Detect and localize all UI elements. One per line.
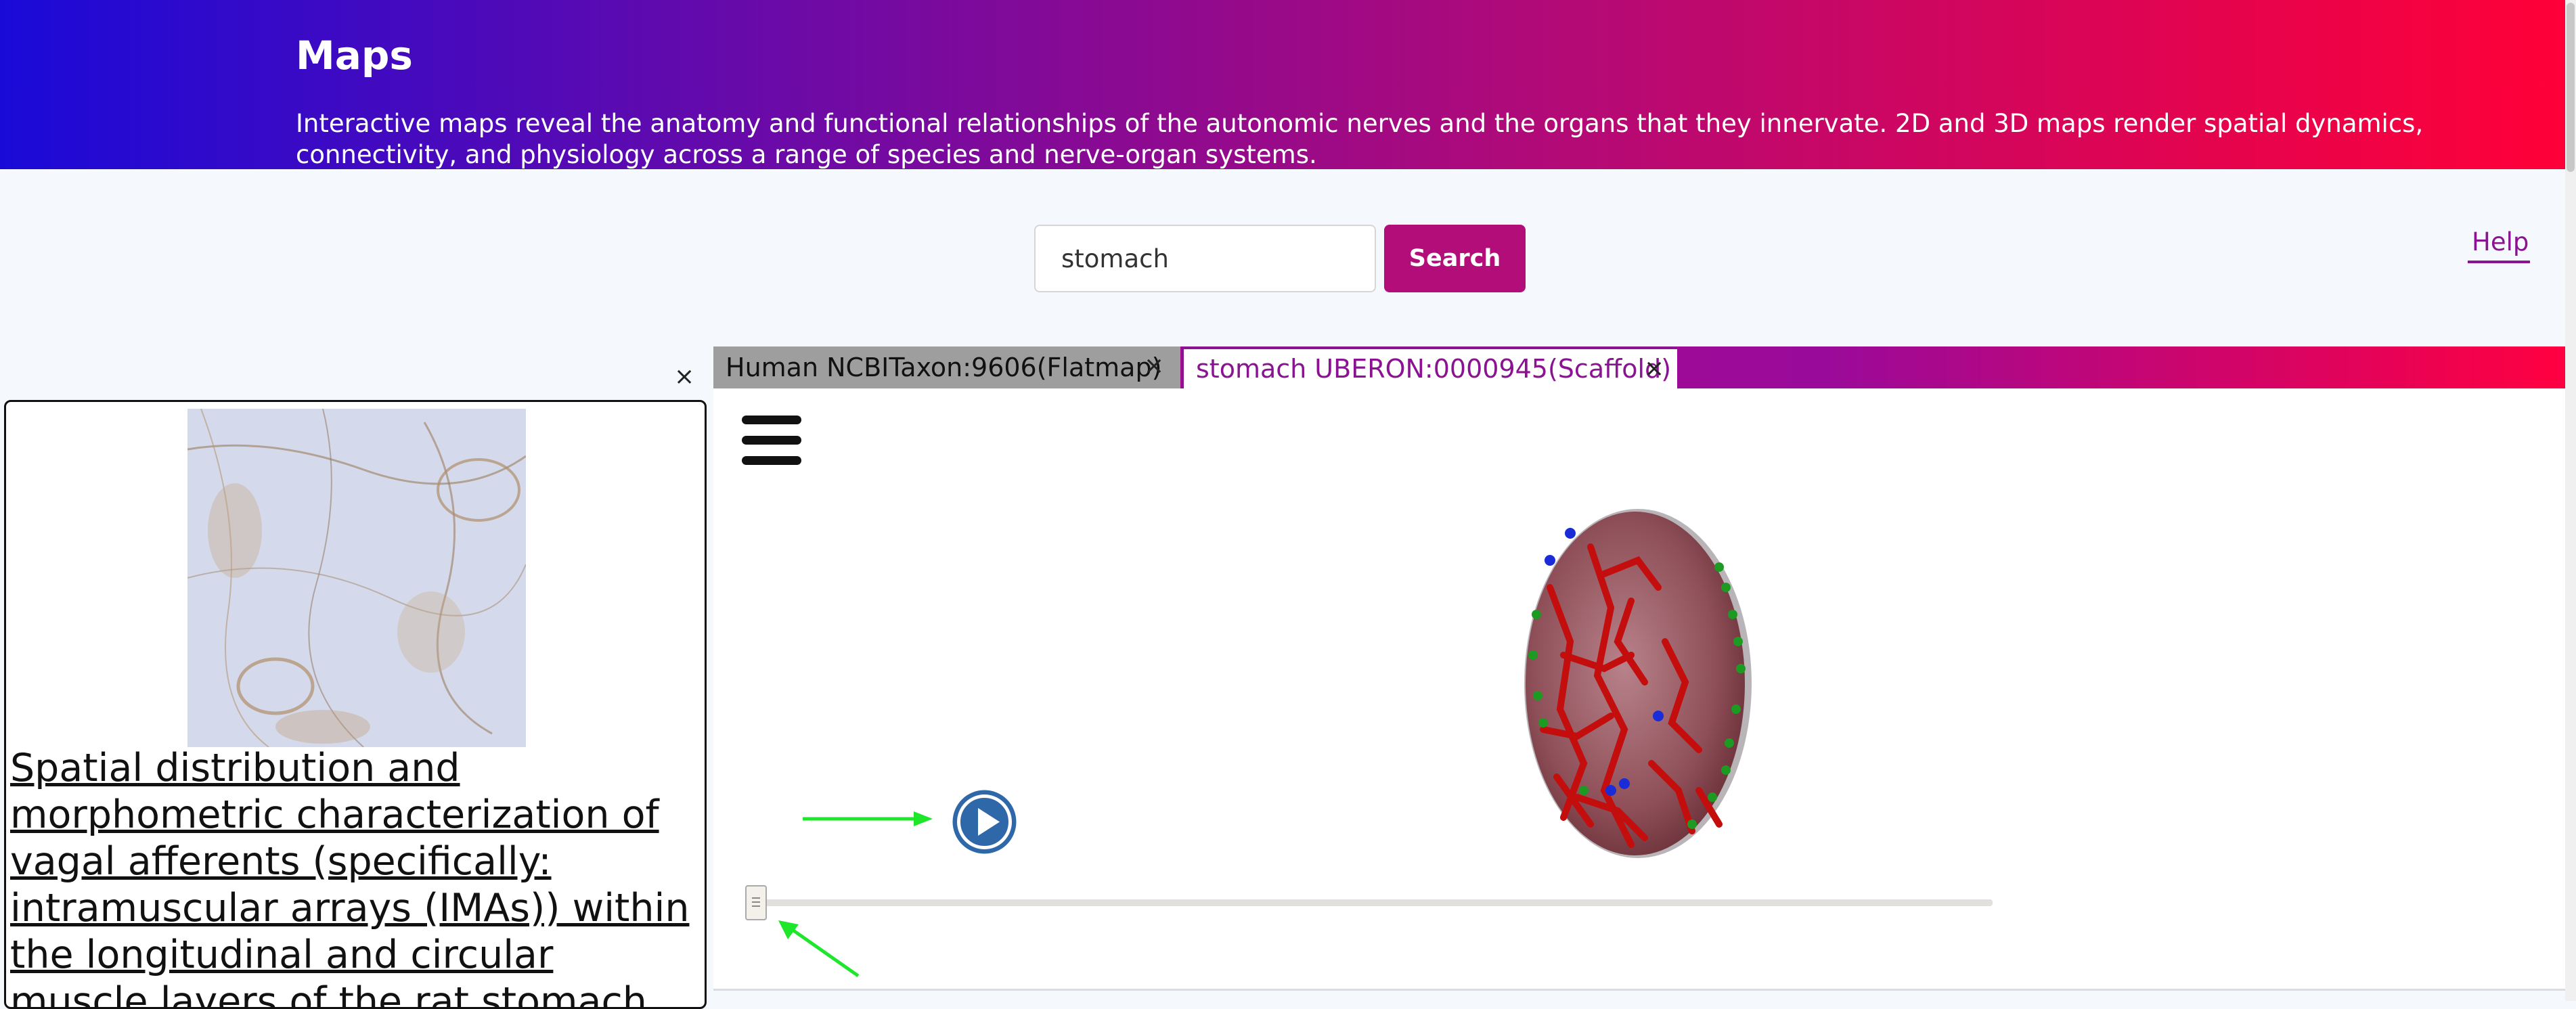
annotation-arrow-right-icon [803, 811, 933, 826]
dataset-thumbnail[interactable] [187, 408, 527, 748]
page-header: Maps Interactive maps reveal the anatomy… [0, 0, 2565, 169]
tab-label: stomach UBERON:0000945(Scaffold) [1196, 354, 1672, 384]
search-input[interactable] [1034, 225, 1376, 292]
page-description: Interactive maps reveal the anatomy and … [296, 109, 2424, 169]
help-link[interactable]: Help [2468, 227, 2531, 263]
timeline-slider-handle[interactable] [745, 885, 767, 920]
tab-stomach-scaffold[interactable]: stomach UBERON:0000945(Scaffold) × [1182, 346, 1677, 388]
close-icon[interactable]: × [1644, 355, 1664, 382]
tab-label: Human NCBITaxon:9606(Flatmap) [726, 353, 1162, 382]
close-icon[interactable]: × [1144, 352, 1164, 380]
hamburger-menu-icon[interactable] [742, 416, 803, 466]
annotation-arrow-up-left-icon [778, 920, 860, 978]
search-button[interactable]: Search [1384, 225, 1526, 292]
dataset-card: Spatial distribution and morphometric ch… [4, 400, 707, 1009]
stomach-3d-model[interactable] [1523, 506, 1756, 861]
play-icon[interactable] [952, 789, 1017, 855]
timeline-slider-track[interactable] [747, 899, 1993, 906]
close-panel-icon[interactable]: × [674, 363, 694, 390]
thumbnail-image [187, 408, 527, 748]
page-scrollbar-thumb[interactable] [2567, 3, 2575, 172]
dataset-title-link[interactable]: Spatial distribution and morphometric ch… [10, 745, 701, 1007]
page-title: Maps [296, 32, 413, 79]
tab-human-flatmap[interactable]: Human NCBITaxon:9606(Flatmap) × [713, 346, 1180, 388]
